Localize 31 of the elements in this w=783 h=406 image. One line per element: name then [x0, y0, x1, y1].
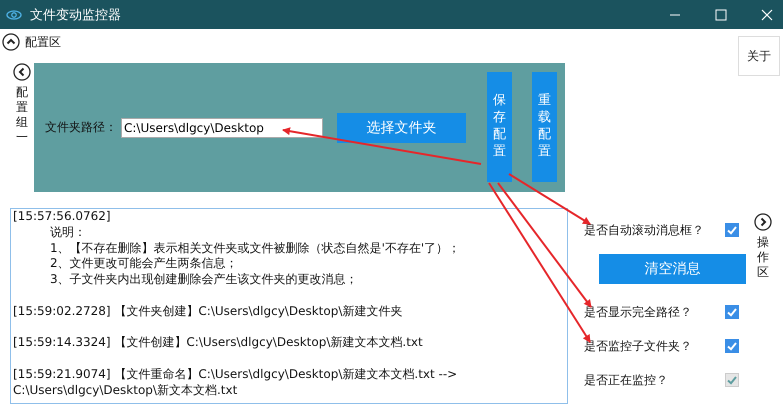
- window-title: 文件变动监控器: [30, 6, 121, 24]
- reload-config-button[interactable]: 重载配置: [532, 72, 557, 182]
- option-label: 是否显示完全路径？: [584, 304, 692, 320]
- log-line: [15:57:56.0762]: [13, 209, 112, 225]
- choose-folder-button[interactable]: 选择文件夹: [337, 112, 466, 142]
- option-label: 是否监控子文件夹？: [584, 338, 692, 354]
- checkbox[interactable]: [725, 223, 739, 237]
- path-field[interactable]: C:\Users\dlgcy\Desktop: [121, 118, 323, 138]
- option-label: 是否正在监控？: [584, 372, 668, 388]
- save-config-button[interactable]: 保存配置: [487, 72, 512, 182]
- section-label: 配置区: [25, 34, 61, 50]
- log-line: [15:59:21.9074] 【文件重命名】C:\Users\dlgcy\Desktop\新建文本文档.txt --> C:\Users\dlgcy\Desktop\新文本文档.txt: [13, 366, 458, 399]
- clear-messages-button[interactable]: 清空消息: [599, 254, 746, 284]
- log-note: 3、子文件夹内出现创建删除会产生该文件夹的更改消息；: [49, 272, 359, 288]
- collapse-icon[interactable]: [13, 63, 31, 81]
- option-label: 是否自动滚动消息框？: [584, 222, 704, 238]
- expand-icon[interactable]: [754, 213, 772, 231]
- collapse-icon[interactable]: [2, 33, 20, 51]
- area-label: 操作区: [757, 235, 769, 280]
- maximize-icon[interactable]: [715, 8, 727, 20]
- checkbox[interactable]: [725, 339, 739, 353]
- log-note: 2、文件更改可能会产生两条信息；: [49, 256, 239, 272]
- about-button[interactable]: 关于: [738, 36, 780, 76]
- log-note: 说明：: [49, 224, 87, 241]
- group-label: 配置组一: [16, 85, 28, 145]
- checkbox[interactable]: [725, 305, 739, 319]
- log-line: [15:59:02.2728] 【文件夹创建】C:\Users\dlgcy\Desktop\新建文件夹: [13, 304, 404, 320]
- close-icon[interactable]: [761, 8, 773, 20]
- path-label: 文件夹路径：: [45, 119, 117, 136]
- log-line: [15:59:14.3324] 【文件创建】C:\Users\dlgcy\Desktop\新建文本文档.txt: [13, 335, 424, 352]
- log-note: 1、【不存在删除】表示相关文件夹或文件被删除（状态自然是'不存在'了）；: [49, 240, 462, 256]
